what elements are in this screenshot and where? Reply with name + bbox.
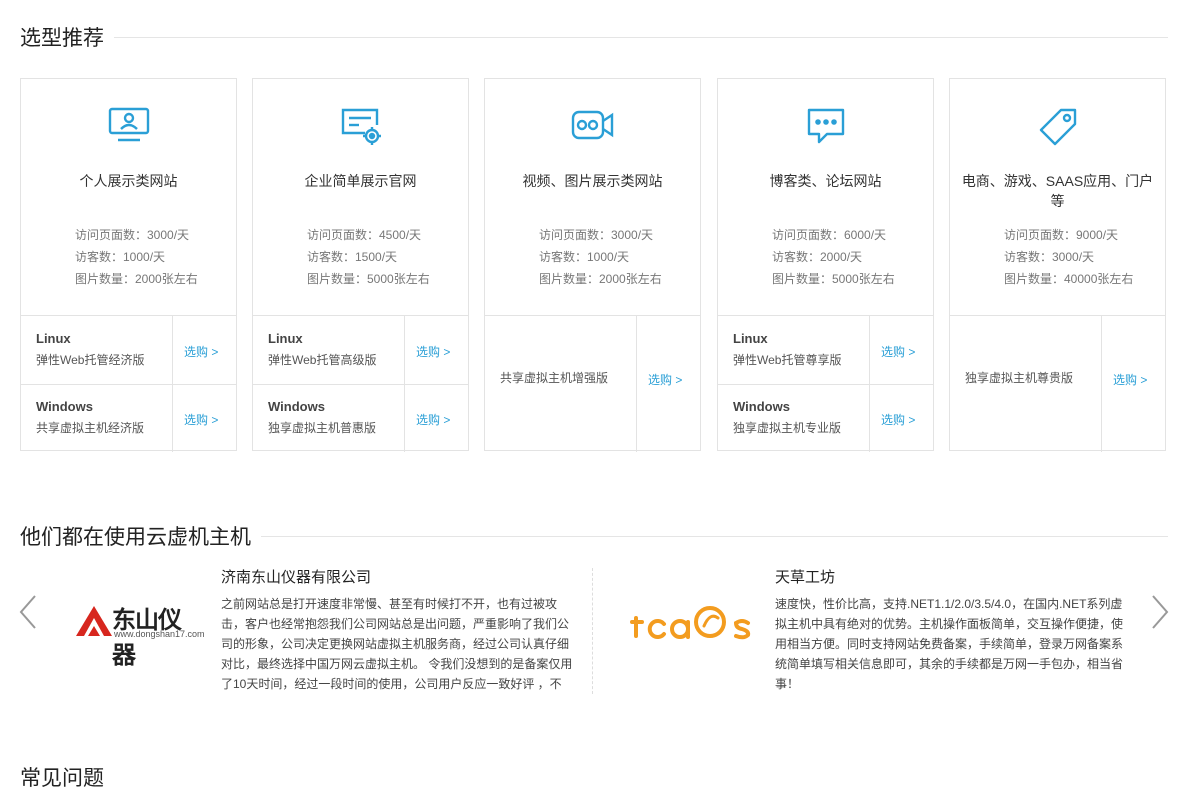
plan-name: 弹性Web托管尊享版 [733, 353, 842, 367]
card-title: 视频、图片展示类网站 [522, 173, 663, 189]
buy-link[interactable]: 选购 > [881, 343, 915, 360]
card-stats: 访问页面数：3000/天 访客数：1000/天 图片数量：2000张左右 [75, 224, 198, 290]
plan-card-enterprise: 企业简单展示官网 访问页面数：4500/天 访客数：1500/天 图片数量：50… [252, 78, 469, 452]
buy-link[interactable]: 选购 > [416, 343, 450, 360]
logo-url: www.dongshan17.com [114, 629, 205, 639]
os-label: Windows [733, 399, 790, 414]
carousel-prev-button[interactable] [18, 594, 38, 630]
card-stats: 访问页面数：4500/天 访客数：1500/天 图片数量：5000张左右 [307, 224, 430, 290]
carousel-next-button[interactable] [1150, 594, 1170, 630]
certificate-gear-icon [253, 107, 468, 147]
section-title: 他们都在使用云虚机主机 [20, 526, 251, 549]
plan-name: 弹性Web托管高级版 [268, 353, 377, 367]
stat-visitors: 访客数：2000/天 [772, 250, 863, 264]
buy-link[interactable]: 选购 > [184, 411, 218, 428]
divider [592, 568, 593, 694]
card-stats: 访问页面数：9000/天 访客数：3000/天 图片数量：40000张左右 [1004, 224, 1133, 290]
monitor-user-icon [21, 107, 236, 147]
divider [114, 36, 1168, 38]
buy-link[interactable]: 选购 > [648, 371, 682, 388]
dongshan-logo: 东山仪器 www.dongshan17.com [74, 598, 205, 669]
os-label: Linux [733, 331, 768, 346]
card-title: 个人展示类网站 [79, 173, 178, 189]
os-label: Windows [268, 399, 325, 414]
video-camera-icon [485, 107, 700, 147]
stat-visitors: 访客数：1000/天 [75, 250, 166, 264]
plan-card-personal: 个人展示类网站 访问页面数：3000/天 访客数：1000/天 图片数量：200… [20, 78, 237, 452]
stat-pageviews: 访问页面数：3000/天 [75, 228, 190, 242]
os-label: Linux [36, 331, 71, 346]
stat-images: 图片数量：5000张左右 [772, 272, 895, 286]
plan-option: 共享虚拟主机增强版 选购 > [485, 316, 700, 452]
divider [261, 535, 1168, 537]
stat-images: 图片数量：2000张左右 [75, 272, 198, 286]
plan-option: Linux 弹性Web托管经济版 选购 > [21, 316, 236, 385]
card-stats: 访问页面数：3000/天 访客数：1000/天 图片数量：2000张左右 [539, 224, 662, 290]
stat-images: 图片数量：40000张左右 [1004, 272, 1134, 286]
buy-link[interactable]: 选购 > [881, 411, 915, 428]
chevron-right-icon [1152, 595, 1169, 629]
stat-pageviews: 访问页面数：3000/天 [539, 228, 654, 242]
stat-visitors: 访客数：3000/天 [1004, 250, 1095, 264]
case-description: 之前网站总是打开速度非常慢、甚至有时候打不开，也有过被攻击，客户也经常抱怨我们公… [221, 597, 573, 691]
card-title: 博客类、论坛网站 [769, 173, 882, 189]
case-description: 速度快，性价比高，支持.NET1.1/2.0/3.5/4.0，在国内.NET系列… [775, 597, 1124, 691]
plan-option: Windows 独享虚拟主机专业版 选购 > [718, 384, 933, 452]
stat-pageviews: 访问页面数：4500/天 [307, 228, 422, 242]
chat-bubble-icon [718, 107, 933, 147]
card-stats: 访问页面数：6000/天 访客数：2000/天 图片数量：5000张左右 [772, 224, 895, 290]
plan-card-video: 视频、图片展示类网站 访问页面数：3000/天 访客数：1000/天 图片数量：… [484, 78, 701, 452]
plan-option: Linux 弹性Web托管尊享版 选购 > [718, 316, 933, 385]
buy-link[interactable]: 选购 > [184, 343, 218, 360]
section-title: 选型推荐 [20, 27, 104, 50]
plan-card-ecommerce: 电商、游戏、SAAS应用、门户等 访问页面数：9000/天 访客数：3000/天… [949, 78, 1166, 452]
os-label: Linux [268, 331, 303, 346]
buy-link[interactable]: 选购 > [1113, 371, 1147, 388]
stat-pageviews: 访问页面数：6000/天 [772, 228, 887, 242]
card-title: 企业简单展示官网 [304, 173, 417, 189]
plan-name: 弹性Web托管经济版 [36, 353, 145, 367]
stat-images: 图片数量：2000张左右 [539, 272, 662, 286]
section-header-customers: 他们都在使用云虚机主机 [20, 521, 1168, 551]
plan-name: 独享虚拟主机普惠版 [268, 421, 377, 435]
plan-option: Windows 共享虚拟主机经济版 选购 > [21, 384, 236, 452]
plan-option: 独享虚拟主机尊贵版 选购 > [950, 316, 1165, 452]
tcaos-logo [630, 598, 754, 644]
stat-visitors: 访客数：1500/天 [307, 250, 398, 264]
os-label: Windows [36, 399, 93, 414]
case-company-name: 天草工坊 [775, 569, 836, 586]
chevron-left-icon [19, 595, 36, 629]
buy-link[interactable]: 选购 > [416, 411, 450, 428]
plan-name: 独享虚拟主机尊贵版 [965, 371, 1074, 385]
plan-name: 共享虚拟主机增强版 [500, 371, 609, 385]
section-title: 常见问题 [20, 767, 104, 790]
section-header-faq: 常见问题 [20, 762, 1168, 792]
plan-name: 共享虚拟主机经济版 [36, 421, 145, 435]
stat-images: 图片数量：5000张左右 [307, 272, 430, 286]
plan-option: Windows 独享虚拟主机普惠版 选购 > [253, 384, 468, 452]
section-header-recommend: 选型推荐 [20, 22, 1168, 52]
plan-option: Linux 弹性Web托管高级版 选购 > [253, 316, 468, 385]
card-title: 电商、游戏、SAAS应用、门户等 [961, 173, 1154, 209]
plan-name: 独享虚拟主机专业版 [733, 421, 842, 435]
price-tag-icon [950, 107, 1165, 147]
stat-visitors: 访客数：1000/天 [539, 250, 630, 264]
plan-card-blog: 博客类、论坛网站 访问页面数：6000/天 访客数：2000/天 图片数量：50… [717, 78, 934, 452]
case-company-name: 济南东山仪器有限公司 [221, 569, 372, 586]
stat-pageviews: 访问页面数：9000/天 [1004, 228, 1119, 242]
